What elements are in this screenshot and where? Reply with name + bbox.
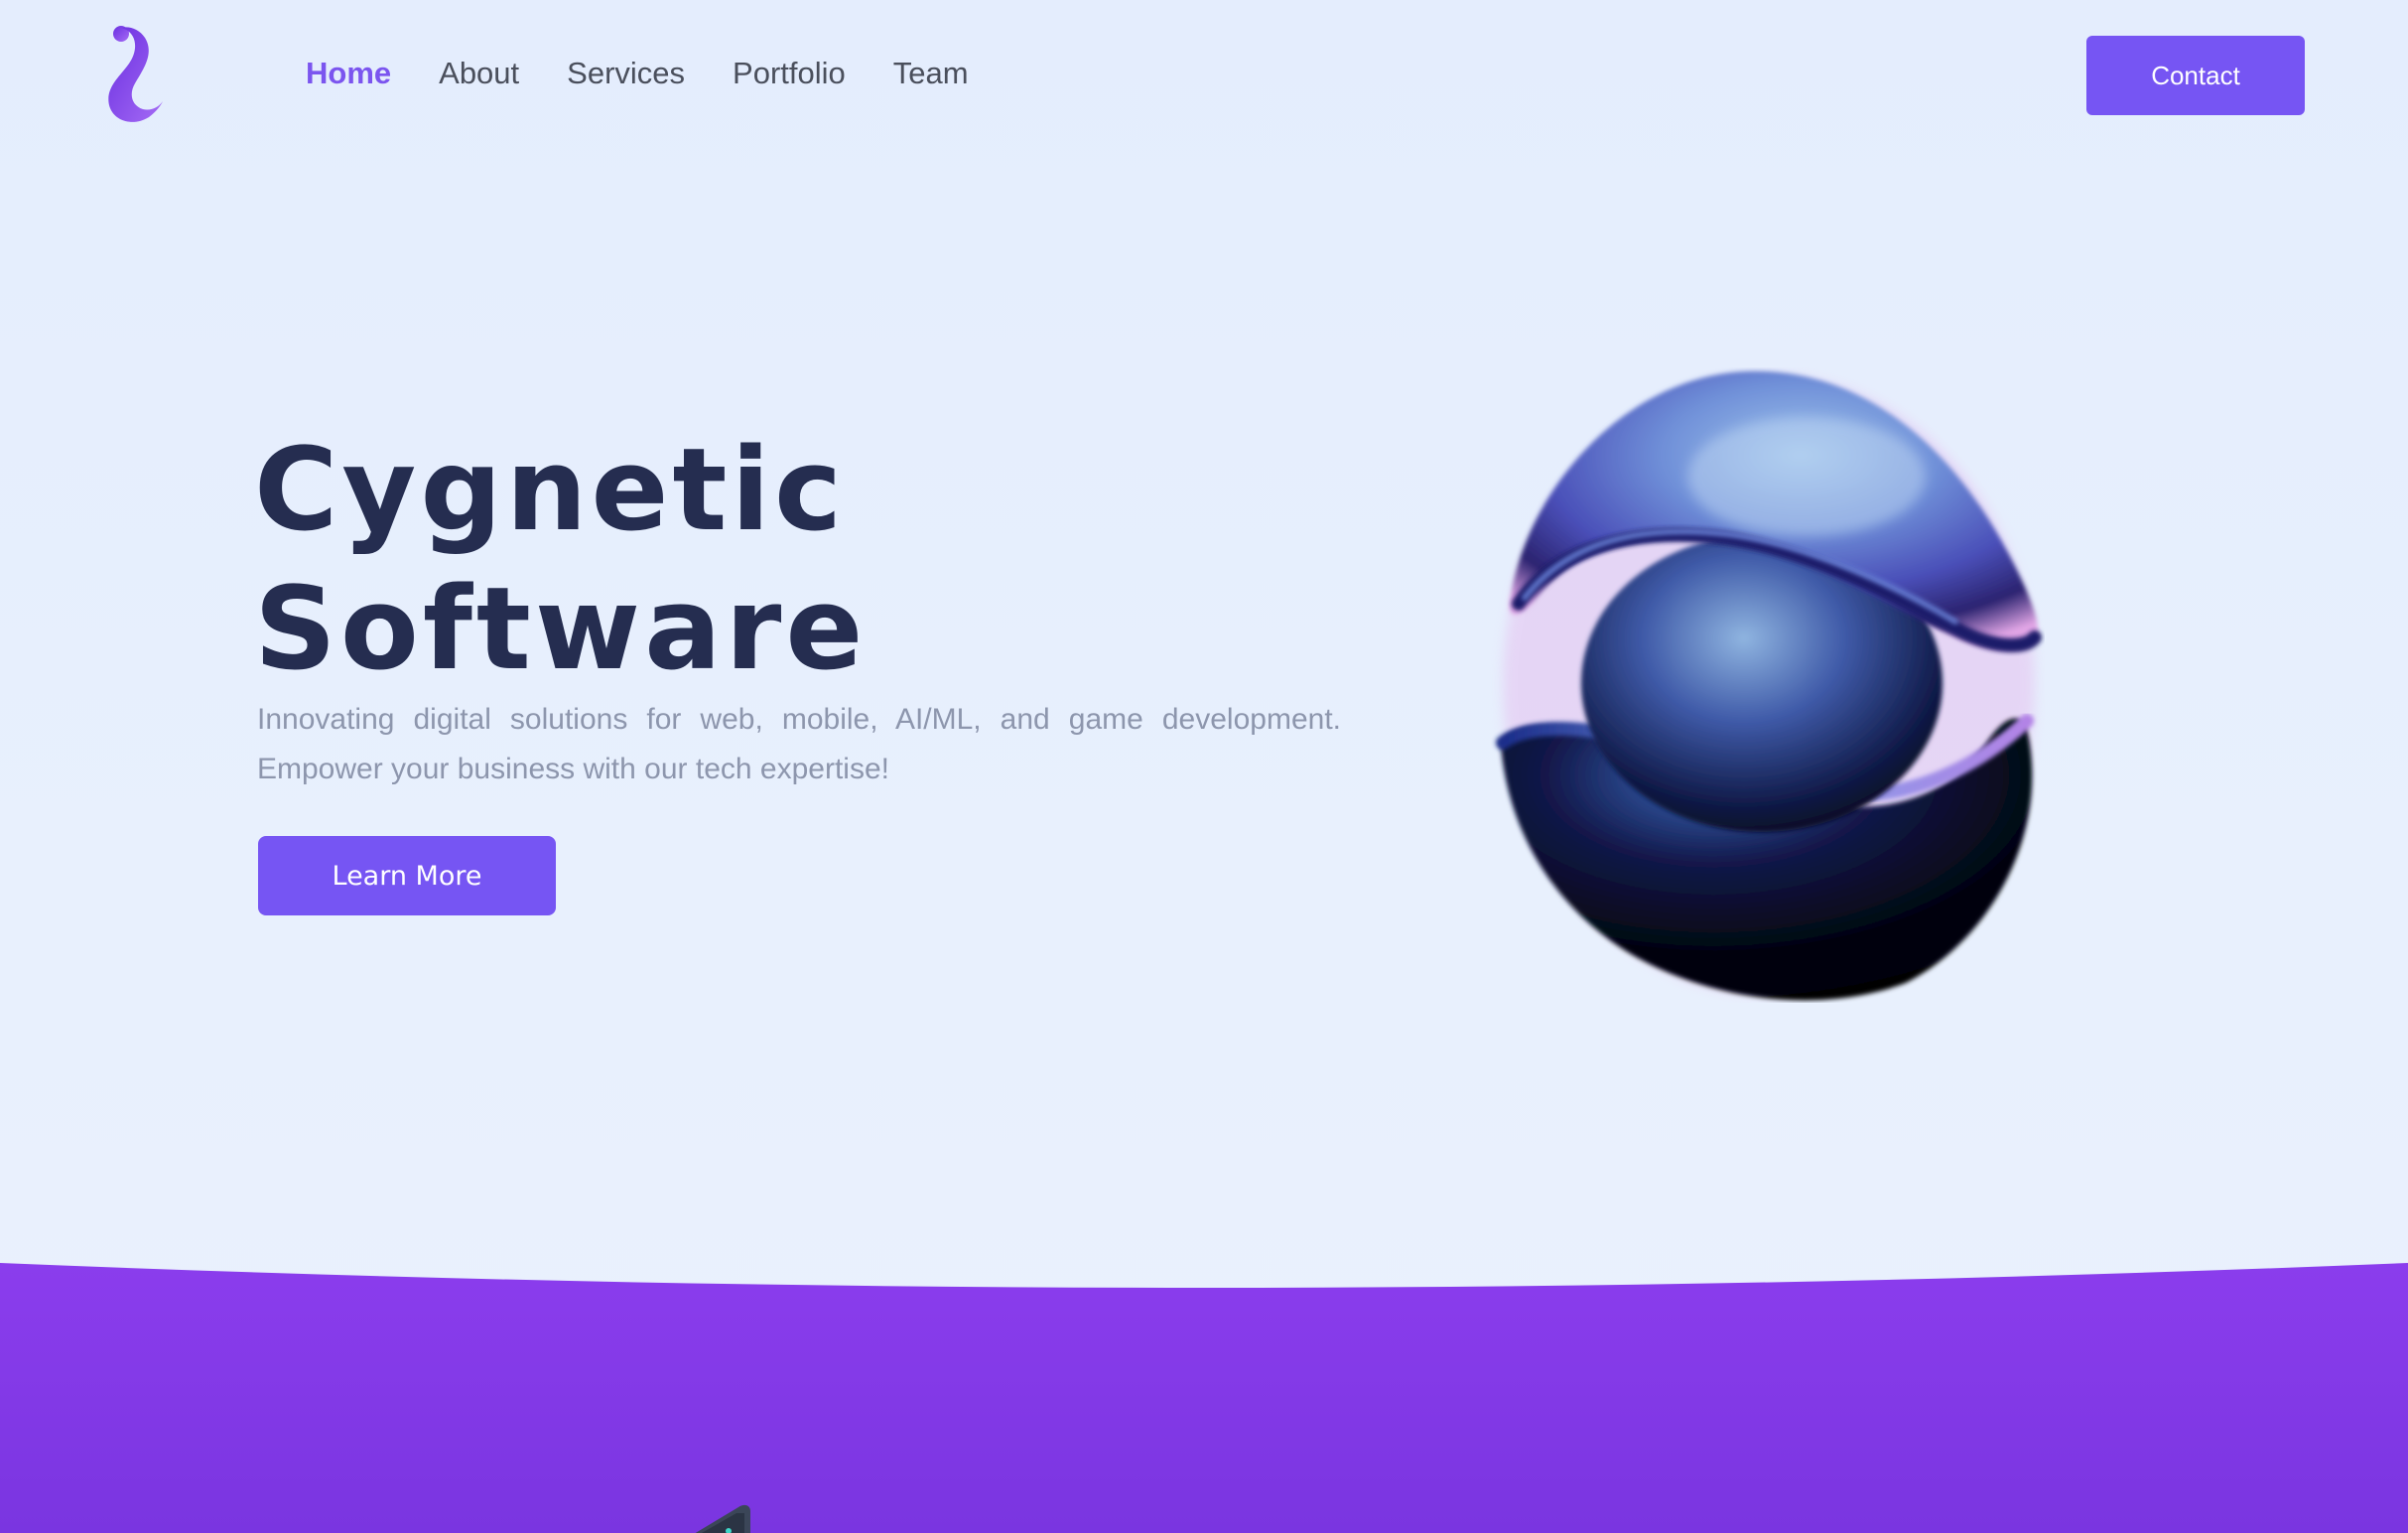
abstract-sphere-illustration	[1496, 370, 2042, 1001]
contact-button[interactable]: Contact	[2086, 36, 2305, 115]
nav-link-services[interactable]: Services	[567, 52, 685, 95]
landing-page: Home About Services Portfolio Team Conta…	[0, 0, 2408, 1533]
squiggle-logo-icon[interactable]	[99, 24, 169, 127]
learn-more-button[interactable]: Learn More	[258, 836, 556, 915]
nav-link-team[interactable]: Team	[893, 52, 969, 95]
hero-subtitle: Innovating digital solutions for web, mo…	[257, 703, 1341, 785]
device-illustration-icon	[695, 1504, 750, 1533]
hero-title-line-1: Cygnetic	[254, 424, 847, 557]
hero-title-line-2: Software	[254, 563, 868, 696]
main-nav: Home About Services Portfolio Team	[306, 52, 1016, 95]
nav-link-about[interactable]: About	[439, 52, 519, 95]
nav-link-home[interactable]: Home	[306, 52, 391, 95]
nav-link-portfolio[interactable]: Portfolio	[733, 52, 846, 95]
purple-wave-section	[0, 1263, 2408, 1533]
hero-title: Cygnetic Software	[254, 421, 867, 699]
